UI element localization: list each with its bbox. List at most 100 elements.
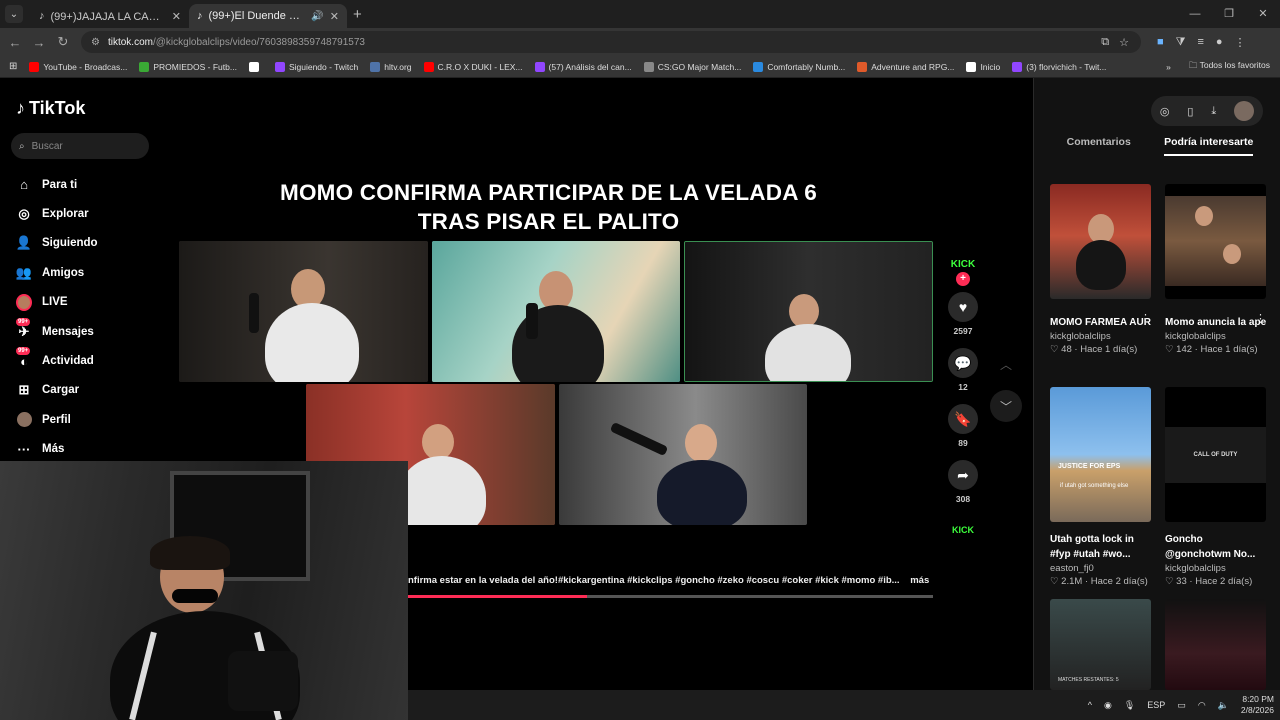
sidebar-item-actividad[interactable]: ◐ 99+ Actividad xyxy=(16,346,98,375)
maximize-button[interactable]: ❐ xyxy=(1212,0,1246,28)
bookmark-item[interactable] xyxy=(248,61,263,72)
bookmark-item[interactable]: (3) florvichich - Twit... xyxy=(1012,61,1106,72)
sidebar-item-label: Para ti xyxy=(42,178,78,191)
bookmark-item[interactable]: (57) Análisis del can... xyxy=(534,61,632,72)
next-video-button[interactable]: ﹀ xyxy=(990,390,1022,422)
tiktok-logo[interactable]: ♪ TikTok xyxy=(16,98,85,119)
kebab-menu-icon[interactable]: ⋮ xyxy=(1140,312,1151,325)
chrome-menu-icon[interactable]: ⋮ xyxy=(1235,36,1246,49)
download-icon[interactable]: ⤓ xyxy=(1211,105,1216,118)
compass-icon[interactable]: ◎ xyxy=(1160,105,1170,118)
address-bar[interactable]: ⚙ tiktok.com/@kickglobalclips/video/7603… xyxy=(81,31,1141,53)
recommendation-card[interactable]: Momo anuncia la apertura de su... kickgl… xyxy=(1165,184,1266,355)
language-indicator[interactable]: ESP xyxy=(1147,700,1165,710)
like-button[interactable]: ♥ xyxy=(948,292,978,322)
bookmark-item[interactable]: Inicio xyxy=(966,61,1000,72)
user-avatar[interactable] xyxy=(1234,101,1255,121)
bookmarks-overflow-icon[interactable]: » xyxy=(1166,62,1171,72)
recommendation-card[interactable]: MATCHES RESTANTES: 5 xyxy=(1050,599,1151,690)
sidebar-item-live[interactable]: LIVE xyxy=(16,288,98,317)
install-app-icon[interactable]: ⧉ xyxy=(1101,36,1109,49)
device-icon[interactable]: ▯ xyxy=(1187,105,1193,118)
sidebar-item-mensajes[interactable]: ✈ 99+ Mensajes xyxy=(16,317,98,346)
volume-icon[interactable]: 🔈 xyxy=(1218,700,1229,711)
extension-icon[interactable]: ■ xyxy=(1157,36,1164,49)
heart-outline-icon: ♡ xyxy=(1165,576,1174,587)
bookmark-item[interactable]: Adventure and RPG... xyxy=(857,61,954,72)
sidebar-item-perfil[interactable]: Perfil xyxy=(16,405,98,434)
browser-tabbar: ⌄ ♪ (99+)JAJAJA LA CARA 😂#we ✕ ♪ (99+)El… xyxy=(0,0,1280,28)
media-icon[interactable]: ≡ xyxy=(1197,36,1203,49)
sidebar-item-más[interactable]: ··· Más xyxy=(16,435,98,464)
action-bar: KICK + ♥ 2597 💬 12 🔖 89 ➦ 308 KICK xyxy=(946,248,980,544)
bookmark-star-icon[interactable]: ☆ xyxy=(1119,36,1129,49)
bookmark-item[interactable]: YouTube - Broadcas... xyxy=(29,61,127,72)
recommendation-card[interactable]: MOMO FARMEA AURA#kickargen... kickglobal… xyxy=(1050,184,1151,355)
search-placeholder: Buscar xyxy=(31,140,63,152)
share-button[interactable]: ➦ xyxy=(948,460,978,490)
rec-views: 33 xyxy=(1176,576,1187,587)
thumb-caption-text: if utah got something else xyxy=(1060,483,1129,489)
window-close-button[interactable]: ✕ xyxy=(1246,0,1280,28)
comment-button[interactable]: 💬 xyxy=(948,348,978,378)
speaker-icon[interactable]: 🔊 xyxy=(311,11,323,22)
bookmark-item[interactable]: hltv.org xyxy=(370,61,412,72)
microphone-icon[interactable]: 🎙 xyxy=(1124,700,1135,711)
reload-button[interactable]: ↻ xyxy=(51,34,75,50)
tiktok-note-icon: ♪ xyxy=(16,98,25,118)
browser-tab-2[interactable]: ♪ (99+)El Duende Pablo le ha 🔊 ✕ xyxy=(189,4,347,28)
profile-avatar-icon[interactable]: ● xyxy=(1216,36,1223,49)
browser-tab-1[interactable]: ♪ (99+)JAJAJA LA CARA 😂#we ✕ xyxy=(31,4,189,28)
search-icon: ⌕ xyxy=(19,140,25,152)
music-disc[interactable]: KICK xyxy=(949,516,977,544)
sidebar-item-siguiendo[interactable]: 👤 Siguiendo xyxy=(16,229,98,258)
panel-tabs: Comentarios Podría interesarte xyxy=(1050,136,1270,156)
tab-recommended[interactable]: Podría interesarte xyxy=(1164,136,1254,156)
more-link[interactable]: más xyxy=(910,575,929,586)
site-info-icon[interactable]: ⚙ xyxy=(91,37,100,48)
bookmark-item[interactable]: Comfortably Numb... xyxy=(753,61,845,72)
extensions-puzzle-icon[interactable]: ⧩ xyxy=(1176,36,1186,49)
apps-grid-icon[interactable]: ⊞ xyxy=(9,61,17,72)
recommendation-card[interactable] xyxy=(1165,599,1266,690)
chevron-up-icon[interactable]: ^ xyxy=(1088,700,1092,710)
sidebar-item-para-ti[interactable]: ⌂ Para ti xyxy=(16,170,98,199)
heart-outline-icon: ♡ xyxy=(1165,344,1174,355)
rec-age: Hace 1 día(s) xyxy=(1200,344,1258,355)
tab-comments[interactable]: Comentarios xyxy=(1067,136,1131,156)
previous-video-button[interactable]: ︿ xyxy=(990,348,1022,380)
video-progress-bar[interactable] xyxy=(408,595,933,598)
close-icon[interactable]: ✕ xyxy=(330,10,339,23)
save-button[interactable]: 🔖 xyxy=(948,404,978,434)
home-icon: ⌂ xyxy=(20,177,28,193)
recommendation-thumbnail xyxy=(1165,599,1266,690)
kebab-menu-icon[interactable]: ⋮ xyxy=(1255,312,1266,325)
recommendation-card[interactable]: CALL OF DUTY Goncho @gonchotwm No... kic… xyxy=(1165,387,1266,587)
sidebar-item-explorar[interactable]: ◎ Explorar xyxy=(16,199,98,228)
sidebar-item-amigos[interactable]: 👥 Amigos xyxy=(16,258,98,287)
video-description: nfirma estar en la velada del año!#kicka… xyxy=(408,575,929,586)
close-icon[interactable]: ✕ xyxy=(172,10,181,23)
minimize-button[interactable]: — xyxy=(1178,0,1212,28)
creator-avatar[interactable]: KICK + xyxy=(947,248,979,286)
tab-search-button[interactable]: ⌄ xyxy=(5,5,23,23)
search-input[interactable]: ⌕ Buscar xyxy=(11,133,149,159)
bookmark-item[interactable]: CS:GO Major Match... xyxy=(643,61,741,72)
new-tab-button[interactable]: + xyxy=(353,6,362,23)
follow-plus-icon[interactable]: + xyxy=(956,272,970,286)
bookmark-item[interactable]: Siguiendo - Twitch xyxy=(274,61,358,72)
clock[interactable]: 8:20 PM 2/8/2026 xyxy=(1241,694,1274,716)
steam-icon[interactable]: ◉ xyxy=(1104,700,1112,711)
bookmark-favicon-icon xyxy=(139,61,150,72)
back-button[interactable]: ← xyxy=(3,35,27,50)
bookmark-item[interactable]: C.R.O X DUKI - LEX... xyxy=(423,61,523,72)
wifi-icon[interactable]: ◠ xyxy=(1198,700,1206,711)
sidebar-item-cargar[interactable]: ⊞ Cargar xyxy=(16,376,98,405)
bookmark-item[interactable]: PROMIEDOS - Futb... xyxy=(139,61,237,72)
all-bookmarks[interactable]: 🗀 Todos los favoritos xyxy=(1189,60,1270,74)
network-icon[interactable]: ▭ xyxy=(1177,700,1186,711)
forward-button[interactable]: → xyxy=(27,35,51,50)
sidebar-item-label: Más xyxy=(42,443,65,456)
recommendation-card[interactable]: JUSTICE FOR EPS if utah got something el… xyxy=(1050,387,1151,587)
rec-title: Momo anuncia la apertura de su... xyxy=(1165,317,1266,328)
